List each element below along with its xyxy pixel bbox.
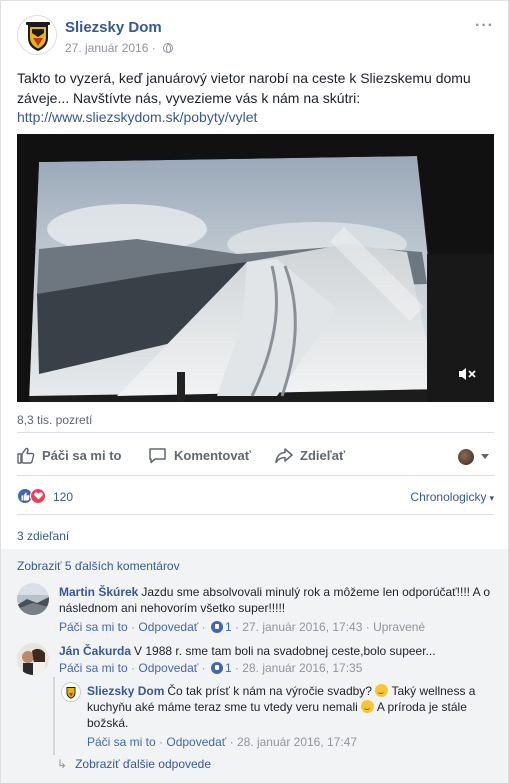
comment-date[interactable]: 28. január 2016, 17:47 (237, 735, 357, 749)
comment-author[interactable]: Sliezsky Dom (87, 684, 164, 698)
mute-icon[interactable] (458, 367, 476, 384)
post-card: Sliezsky Dom 27. január 2016 · ··· Takto… (0, 0, 509, 783)
like-label: Páči sa mi to (42, 448, 122, 463)
smiley-emoji-icon (361, 700, 375, 713)
comment-meta: Páči sa mi to · Odpovedať · 28. január 2… (87, 735, 358, 749)
post-date[interactable]: 27. január 2016 (65, 41, 148, 55)
comment-like-link[interactable]: Páči sa mi to (59, 620, 128, 634)
video-frame-image (17, 134, 494, 402)
action-bar: Páči sa mi to Komentovať Zdieľať (17, 441, 494, 473)
sort-label: Chronologicky (410, 490, 487, 504)
comment-label: Komentovať (174, 448, 252, 463)
divider (17, 514, 494, 515)
smiley-emoji-icon (375, 684, 389, 697)
view-more-comments[interactable]: Zobraziť 5 ďalších komentárov (17, 559, 180, 573)
chevron-down-icon[interactable] (481, 454, 489, 459)
comment-date[interactable]: 28. január 2016, 17:35 (242, 661, 362, 675)
like-reaction-icon (210, 662, 223, 674)
share-label: Zdieľať (300, 448, 346, 463)
divider (17, 432, 494, 433)
comment-like-count[interactable]: 1 (225, 620, 232, 634)
meta-separator: · (148, 41, 160, 55)
coat-of-arms-logo (66, 687, 76, 699)
page-avatar[interactable] (61, 682, 81, 702)
edited-label[interactable]: Upravené (373, 620, 425, 634)
heart-reaction-icon[interactable] (30, 488, 46, 504)
comment-body-part: Čo tak prísť k nám na výročie svadby? (167, 684, 372, 698)
profile-avatar[interactable] (458, 449, 474, 465)
post-meta: 27. január 2016 · (65, 41, 174, 55)
comment-meta: Páči sa mi to · Odpovedať · 1 · 27. janu… (59, 620, 426, 634)
comment-icon (149, 448, 166, 464)
sort-dropdown[interactable]: Chronologicky ▾ (410, 490, 494, 504)
post-text: Takto to vyzerá, keď januárový vietor na… (17, 69, 487, 128)
thumbs-up-icon (17, 447, 35, 464)
reply-comment: Sliezsky Dom Čo tak prísť k nám na výroči… (61, 681, 494, 731)
comment-reply-link[interactable]: Odpovedať (166, 735, 226, 749)
comment-reply-link[interactable]: Odpovedať (138, 620, 198, 634)
reply-arrow-icon: ↳ (57, 757, 68, 771)
post-link[interactable]: http://www.sliezskydom.sk/pobyty/vylet (17, 108, 487, 128)
comment-text: Ján Čakurda V 1988 r. sme tam boli na sva… (59, 643, 494, 659)
commenter-avatar[interactable] (17, 583, 49, 615)
comment-text: Martin Škúrek Jazdu sme absolvovali minul… (59, 584, 494, 616)
coat-of-arms-logo (19, 17, 56, 54)
like-button[interactable]: Páči sa mi to (17, 447, 121, 464)
reactions-row: 120 Chronologicky ▾ (17, 487, 494, 507)
comment-body: V 1988 r. sme tam boli na svadobnej cest… (134, 644, 436, 658)
comment-like-link[interactable]: Páči sa mi to (87, 735, 156, 749)
comment-meta: Páči sa mi to · Odpovedať · 1 · 28. janu… (59, 661, 363, 675)
comment-like-count[interactable]: 1 (225, 661, 232, 675)
chevron-down-icon: ▾ (489, 493, 494, 503)
globe-icon (163, 43, 174, 53)
view-count[interactable]: 8,3 tis. pozretí (17, 413, 92, 427)
page-avatar[interactable] (17, 15, 57, 55)
post-header: Sliezsky Dom 27. január 2016 · ··· (17, 15, 494, 61)
more-replies-label: Zobraziť ďalšie odpovede (75, 757, 212, 771)
comment-date[interactable]: 27. január 2016, 17:43 (242, 620, 362, 634)
comment-like-link[interactable]: Páči sa mi to (59, 661, 128, 675)
share-button[interactable]: Zdieľať (275, 447, 345, 464)
like-reaction-icon (210, 621, 223, 633)
share-count[interactable]: 3 zdieľaní (17, 529, 69, 543)
divider (17, 475, 494, 476)
comment-author[interactable]: Ján Čakurda (59, 644, 131, 658)
more-options-icon[interactable]: ··· (475, 17, 494, 35)
reaction-count[interactable]: 120 (53, 490, 73, 504)
video-player[interactable] (17, 134, 494, 402)
comment-author[interactable]: Martin Škúrek (59, 585, 138, 599)
post-body: Takto to vyzerá, keď januárový vietor na… (17, 70, 471, 106)
reply-thread-line (53, 677, 55, 755)
comment-text: Sliezsky Dom Čo tak prísť k nám na výroči… (87, 683, 492, 731)
commenter-avatar[interactable] (17, 643, 49, 675)
share-icon (275, 448, 293, 464)
page-name[interactable]: Sliezsky Dom (65, 19, 162, 36)
view-more-replies[interactable]: ↳ Zobraziť ďalšie odpovede (57, 757, 211, 771)
comment-reply-link[interactable]: Odpovedať (138, 661, 198, 675)
comment-button[interactable]: Komentovať (148, 447, 251, 464)
